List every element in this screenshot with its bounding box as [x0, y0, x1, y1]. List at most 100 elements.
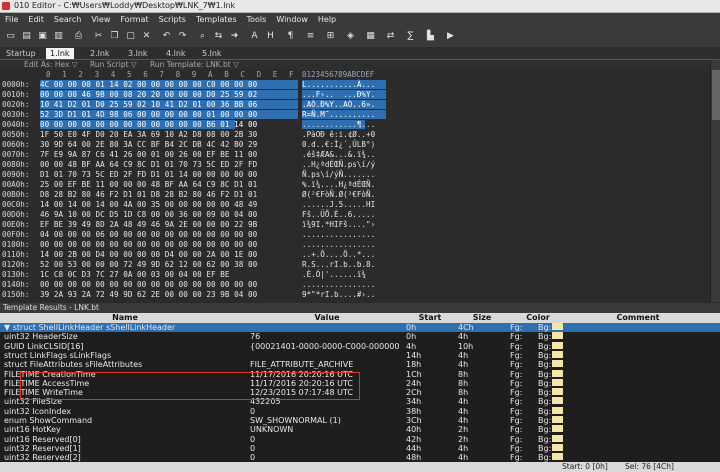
hex-bytes[interactable]: D1 01 70 73 5C ED 2F FD D1 01 14 00 00 0…	[40, 170, 298, 179]
hex-row[interactable]: 0150h: 39 2A 93 2A 72 49 9D 62 2E 00 00 0…	[0, 290, 710, 301]
checksum-icon[interactable]: ∑	[404, 30, 417, 43]
hex-ascii[interactable]: ...F›.. ...Ð%Y.	[302, 90, 386, 99]
hex-bytes[interactable]: 1C C8 0C D3 7C 27 0A 00 03 00 04 00 EF B…	[40, 270, 298, 279]
bg-color-swatch[interactable]	[552, 416, 563, 423]
bg-color-swatch[interactable]	[552, 397, 563, 405]
hex-bytes[interactable]: 00 00 48 BF AA 64 C9 8C D1 01 70 73 5C E…	[40, 160, 298, 169]
bg-color-swatch[interactable]	[552, 443, 563, 451]
tab-5-lnk[interactable]: 5.lnk	[198, 48, 226, 59]
bg-color-swatch[interactable]	[552, 360, 563, 368]
hex-bytes[interactable]: 14 00 2B 00 D4 00 00 00 00 D4 00 00 2A 0…	[40, 250, 298, 259]
hex-ascii[interactable]: 9*"*rI.b....#›..	[302, 290, 386, 299]
goto-icon[interactable]: ➜	[228, 30, 241, 43]
hex-ascii[interactable]: ................	[302, 280, 386, 289]
inspector-icon[interactable]: ▦	[364, 30, 377, 43]
font-icon[interactable]: A	[248, 30, 261, 43]
template-row[interactable]: ▼ struct ShellLinkHeader sShellLinkHeade…	[0, 323, 720, 333]
tab-1-lnk[interactable]: 1.lnk	[46, 48, 74, 59]
bg-color-swatch[interactable]	[552, 341, 563, 349]
hex-ascii[interactable]: ï¾9I.*HIFš...."›	[302, 220, 386, 229]
menu-item-file[interactable]: File	[0, 13, 23, 26]
new-file-icon[interactable]: ▭	[4, 30, 17, 43]
template-row[interactable]: enum ShowCommand SW_SHOWNORMAL (1) 3Ch 4h Fg…	[0, 416, 720, 425]
bg-color-swatch[interactable]	[552, 332, 563, 340]
hex-mode-icon[interactable]: H	[264, 30, 277, 43]
vertical-scrollbar[interactable]	[710, 60, 720, 302]
bg-color-swatch[interactable]	[552, 425, 563, 433]
hex-bytes[interactable]: EF BE 39 49 8D 2A 48 49 46 9A 2E 00 00 0…	[40, 220, 298, 229]
copy-icon[interactable]: ❐	[108, 30, 121, 43]
template-row[interactable]: uint32 Reserved[1] 0 44h 4h Fg: Bg:	[0, 443, 720, 453]
run-template-icon[interactable]: ▶	[444, 30, 457, 43]
hex-ascii[interactable]: Ñ.ps\í/ýÑ.......	[302, 170, 386, 179]
menu-item-view[interactable]: View	[86, 13, 115, 26]
tab-startup[interactable]: Startup	[2, 48, 40, 59]
save-icon[interactable]: ▣	[36, 30, 49, 43]
template-row[interactable]: struct LinkFlags sLinkFlags 14h 4h Fg: Bg:	[0, 350, 720, 360]
menu-item-tools[interactable]: Tools	[242, 13, 272, 26]
template-row[interactable]: uint16 Reserved[0] 0 42h 2h Fg: Bg:	[0, 434, 720, 444]
hex-ascii[interactable]: ..+.Ô....Ô..*...	[302, 250, 386, 259]
template-row[interactable]: struct FileAttributes sFileAttributes FIL…	[0, 360, 720, 369]
hex-bytes[interactable]: 46 9A 10 00 DC D5 1D C8 00 00 36 00 09 0…	[40, 210, 298, 219]
hex-ascii[interactable]: R=Ñ.M˜..........	[302, 110, 386, 119]
col-start[interactable]: Start	[404, 313, 456, 322]
scroll-thumb[interactable]	[712, 70, 720, 120]
hex-bytes[interactable]: 7F E9 9A 87 C6 41 26 00 01 00 26 00 EF B…	[40, 150, 298, 159]
bg-color-swatch[interactable]	[552, 453, 563, 461]
hex-ascii[interactable]: ............¶...	[302, 120, 386, 129]
bg-color-swatch[interactable]	[552, 323, 563, 330]
hex-ascii[interactable]: Ø(²€FòÑ.Ø(²€FòÑ.	[302, 190, 386, 199]
hex-bytes[interactable]: 25 00 EF BE 11 00 00 00 48 BF AA 64 C9 8…	[40, 180, 298, 189]
hex-ascii[interactable]: .éš‡ÆA&...&.ï¾..	[302, 150, 386, 159]
tab-3-lnk[interactable]: 3.lnk	[124, 48, 152, 59]
replace-icon[interactable]: ⇆	[212, 30, 225, 43]
tab-4-lnk[interactable]: 4.lnk	[162, 48, 190, 59]
template-row[interactable]: uint32 HeaderSize 76 0h 4h Fg: Bg:	[0, 332, 720, 341]
histogram-icon[interactable]: ▙	[424, 30, 437, 43]
binary-icon[interactable]: ⊞	[324, 30, 337, 43]
hex-ascii[interactable]: ................	[302, 230, 386, 239]
wrap-icon[interactable]: ¶	[284, 30, 297, 43]
col-value[interactable]: Value	[250, 313, 404, 322]
hex-ascii[interactable]: ......J.5.....HI	[302, 200, 386, 209]
menu-item-window[interactable]: Window	[271, 13, 313, 26]
hex-ascii[interactable]: .AÒ.Ð%Y..AÒ..6».	[302, 100, 386, 109]
hex-bytes[interactable]: 04 00 00 00 06 00 00 00 00 00 00 00 00 0…	[40, 230, 298, 239]
hex-bytes[interactable]: 00 00 00 00 00 00 00 00 00 00 00 00 00 0…	[40, 280, 298, 289]
redo-icon[interactable]: ↷	[176, 30, 189, 43]
cut-icon[interactable]: ✂	[92, 30, 105, 43]
hex-ascii[interactable]: %.ï¾....H¿ªdÉŒÑ.	[302, 180, 386, 189]
menu-item-help[interactable]: Help	[313, 13, 341, 26]
hex-ascii[interactable]: 0.d..€:Ì¿´,ÛLB°)	[302, 140, 386, 149]
menu-item-format[interactable]: Format	[115, 13, 153, 26]
bg-color-swatch[interactable]	[552, 350, 563, 358]
run-script-button[interactable]: Run Script ▽	[90, 60, 137, 69]
open-folder-icon[interactable]: ▤	[20, 30, 33, 43]
hex-ascii[interactable]: .È.Ó|'......ï¾	[302, 270, 386, 279]
bg-color-swatch[interactable]	[552, 388, 563, 396]
template-row[interactable]: uint32 IconIndex 0 38h 4h Fg: Bg:	[0, 406, 720, 416]
hex-bytes[interactable]: D8 28 B2 80 46 F2 D1 01 D8 28 B2 80 46 F…	[40, 190, 298, 199]
col-comment[interactable]: Comment	[568, 313, 708, 322]
find-icon[interactable]: ⌕	[196, 30, 209, 43]
save-all-icon[interactable]: ▥	[52, 30, 65, 43]
edit-as-button[interactable]: Edit As: Hex ▽	[24, 60, 78, 69]
hex-bytes[interactable]: 14 00 14 00 14 00 4A 00 35 00 00 00 00 0…	[40, 200, 298, 209]
hex-ascii[interactable]: .PàOÐ ê:i.¢Ø..+0	[302, 130, 386, 139]
menu-item-edit[interactable]: Edit	[23, 13, 49, 26]
menu-item-scripts[interactable]: Scripts	[154, 13, 191, 26]
columns-icon[interactable]: ≡	[304, 30, 317, 43]
hex-ascii[interactable]: ..H¿ªdÉŒÑ.ps\í/ý	[302, 160, 386, 169]
undo-icon[interactable]: ↶	[160, 30, 173, 43]
hex-ascii[interactable]: Fš..ÜÕ.È..6.....	[302, 210, 386, 219]
run-template-button[interactable]: Run Template: LNK.bt ▽	[150, 60, 239, 69]
hex-ascii[interactable]: L...........À...	[302, 80, 386, 89]
col-size[interactable]: Size	[456, 313, 508, 322]
hex-bytes[interactable]: 00 00 00 00 00 00 00 00 00 00 00 00 B6 0…	[40, 120, 298, 129]
menu-item-templates[interactable]: Templates	[191, 13, 242, 26]
col-name[interactable]: Name	[0, 313, 250, 322]
bg-color-swatch[interactable]	[552, 406, 563, 414]
hex-bytes[interactable]: 00 00 00 00 00 00 00 00 00 00 00 00 00 0…	[40, 240, 298, 249]
delete-icon[interactable]: ✕	[140, 30, 153, 43]
